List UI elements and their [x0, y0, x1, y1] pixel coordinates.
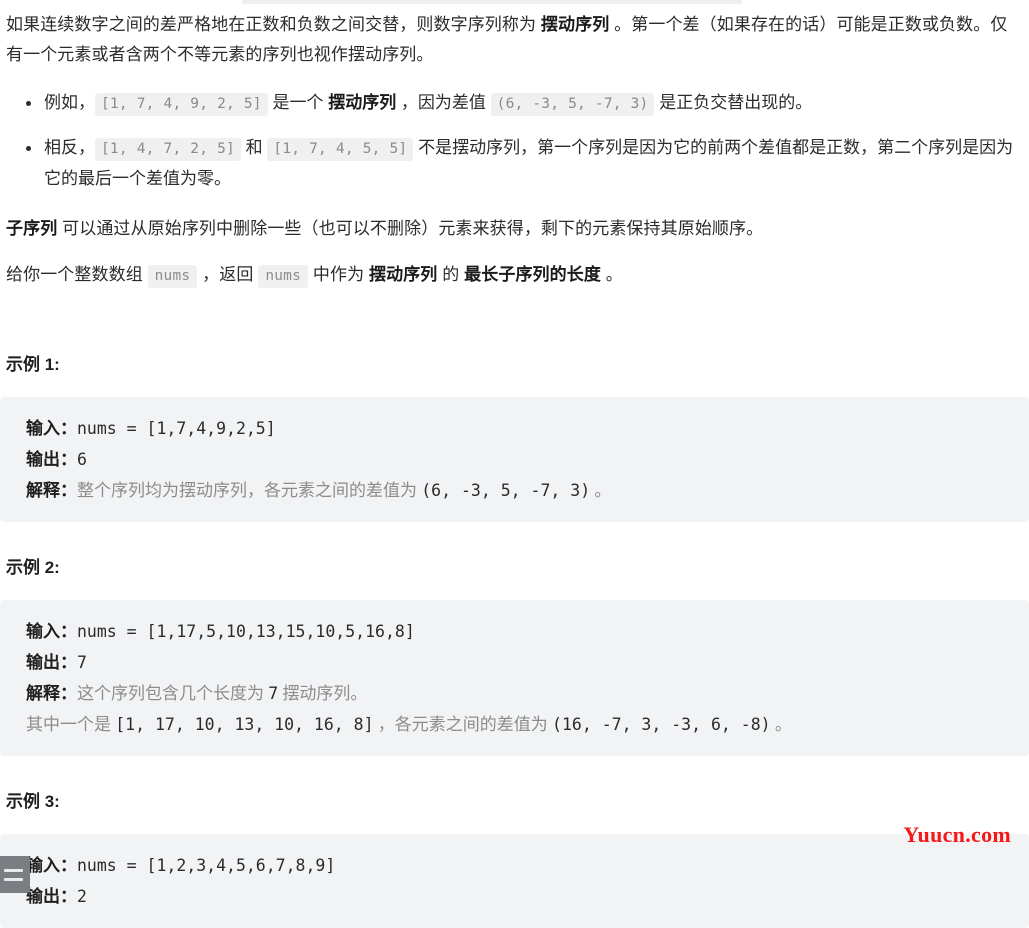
bullet1-code-sequence: [1, 7, 4, 9, 2, 5] — [95, 93, 268, 116]
definition-bullet-list: 例如， [1, 7, 4, 9, 2, 5] 是一个 摆动序列 ，因为差值 (6,… — [0, 88, 1029, 194]
example-2-output-line: 输出：7 — [26, 647, 1009, 678]
subsequence-text: 可以通过从原始序列中删除一些（也可以不删除）元素来获得，剩下的元素保持其原始顺序… — [57, 219, 764, 238]
task-text3: 中作为 — [308, 265, 369, 284]
site-watermark: Yuucn.com — [903, 822, 1011, 847]
list-item: 例如， [1, 7, 4, 9, 2, 5] 是一个 摆动序列 ，因为差值 (6,… — [6, 88, 1021, 119]
example-2-output-value: 7 — [77, 653, 87, 672]
example-1-input-label: 输入： — [26, 419, 77, 438]
example-2-title: 示例 2: — [6, 558, 60, 577]
hamburger-menu-icon-bar-2 — [3, 877, 23, 881]
task-text4: 的 — [437, 265, 465, 284]
bullet1-code-diffs: (6, -3, 5, -7, 3) — [490, 93, 655, 116]
example-2-explain-text: 这个序列包含几个长度为 — [77, 684, 269, 703]
example-3-box: 输入：nums = [1,2,3,4,5,6,7,8,9] 输出：2 — [0, 834, 1029, 928]
bullet1-text1: 例如， — [44, 93, 95, 112]
example-2-input-value: nums = [1,17,5,10,13,15,10,5,16,8] — [77, 622, 415, 641]
example-2-explain-label: 解释： — [26, 684, 77, 703]
bullet1-text3: ，因为差值 — [396, 93, 491, 112]
example-2-input-line: 输入：nums = [1,17,5,10,13,15,10,5,16,8] — [26, 616, 1009, 647]
example-2-explain-length: 7 — [268, 684, 279, 703]
example-2-extra-line: 其中一个是 [1, 17, 10, 13, 10, 16, 8] ，各元素之间的… — [26, 709, 1009, 740]
intro-text-before-bold: 如果连续数字之间的差严格地在正数和负数之间交替，则数字序列称为 — [6, 15, 541, 34]
example-3-output-line: 输出：2 — [26, 881, 1009, 912]
example-2-explain-tail: 摆动序列。 — [278, 684, 368, 703]
task-text1: 给你一个整数数组 — [6, 265, 148, 284]
subsequence-paragraph: 子序列 可以通过从原始序列中删除一些（也可以不删除）元素来获得，剩下的元素保持其… — [0, 214, 1029, 244]
example-3-input-label: 输入： — [26, 856, 77, 875]
example-2-explain-line: 解释：这个序列包含几个长度为 7 摆动序列。 — [26, 678, 1009, 709]
bullet2-code-sequence-a: [1, 4, 7, 2, 5] — [95, 138, 241, 161]
example-1-input-value: nums = [1,7,4,9,2,5] — [77, 419, 276, 438]
example-2-extra-prefix: 其中一个是 — [26, 715, 116, 734]
example-1-input-line: 输入：nums = [1,7,4,9,2,5] — [26, 413, 1009, 444]
example-2-extra-sequence: [1, 17, 10, 13, 10, 16, 8] — [115, 715, 374, 734]
example-1-explain-tail: 。 — [590, 481, 612, 500]
task-paragraph: 给你一个整数数组 nums ，返回 nums 中作为 摆动序列 的 最长子序列的… — [0, 260, 1029, 291]
example-1-box: 输入：nums = [1,7,4,9,2,5] 输出：6 解释：整个序列均为摆动… — [0, 397, 1029, 522]
list-item: 相反， [1, 4, 7, 2, 5] 和 [1, 7, 4, 5, 5] 不是摆… — [6, 133, 1021, 194]
example-1-explain-label: 解释： — [26, 481, 77, 500]
top-partial-band — [242, 0, 742, 4]
example-1-explain-text: 整个序列均为摆动序列，各元素之间的差值为 — [77, 481, 422, 500]
example-3-title: 示例 3: — [6, 792, 60, 811]
example-2-input-label: 输入： — [26, 622, 77, 641]
bullet1-text4: 是正负交替出现的。 — [654, 93, 813, 112]
task-text2: ，返回 — [197, 265, 259, 284]
example-2-box: 输入：nums = [1,17,5,10,13,15,10,5,16,8] 输出… — [0, 600, 1029, 756]
bullet2-text1: 相反， — [44, 138, 95, 157]
example-2-extra-diffs: (16, -7, 3, -3, 6, -8) — [552, 715, 771, 734]
example-2-extra-tail: 。 — [770, 715, 792, 734]
example-3-output-value: 2 — [77, 887, 87, 906]
task-text5: 。 — [600, 265, 623, 284]
intro-paragraph: 如果连续数字之间的差严格地在正数和负数之间交替，则数字序列称为 摆动序列 。第一… — [0, 10, 1029, 70]
intro-bold-term: 摆动序列 — [540, 15, 610, 34]
example-1-output-line: 输出：6 — [26, 444, 1009, 475]
task-bold-term-2: 最长子序列的长度 — [464, 265, 601, 284]
example-1-explain-line: 解释：整个序列均为摆动序列，各元素之间的差值为 (6, -3, 5, -7, 3… — [26, 475, 1009, 506]
problem-description-page: 如果连续数字之间的差严格地在正数和负数之间交替，则数字序列称为 摆动序列 。第一… — [0, 0, 1029, 928]
example-1-output-label: 输出： — [26, 450, 77, 469]
example-3-input-line: 输入：nums = [1,2,3,4,5,6,7,8,9] — [26, 850, 1009, 881]
bullet1-text2: 是一个 — [267, 93, 329, 112]
task-code-nums-1: nums — [147, 265, 198, 288]
hamburger-menu-icon — [3, 868, 23, 872]
example-2-extra-mid: ，各元素之间的差值为 — [373, 715, 553, 734]
bullet2-text2: 和 — [240, 138, 268, 157]
example-1-explain-diffs: (6, -3, 5, -7, 3) — [421, 481, 591, 500]
subsequence-bold-term: 子序列 — [6, 219, 58, 238]
task-code-nums-2: nums — [258, 265, 309, 288]
example-3-input-value: nums = [1,2,3,4,5,6,7,8,9] — [77, 856, 336, 875]
bullet1-bold-term: 摆动序列 — [328, 93, 397, 112]
task-bold-term-1: 摆动序列 — [369, 265, 438, 284]
drawer-toggle-button[interactable] — [0, 856, 30, 893]
example-2-output-label: 输出： — [26, 653, 77, 672]
bullet2-code-sequence-b: [1, 7, 4, 5, 5] — [267, 138, 414, 161]
example-1-title: 示例 1: — [6, 355, 60, 374]
example-1-output-value: 6 — [77, 450, 87, 469]
example-3-output-label: 输出： — [26, 887, 77, 906]
